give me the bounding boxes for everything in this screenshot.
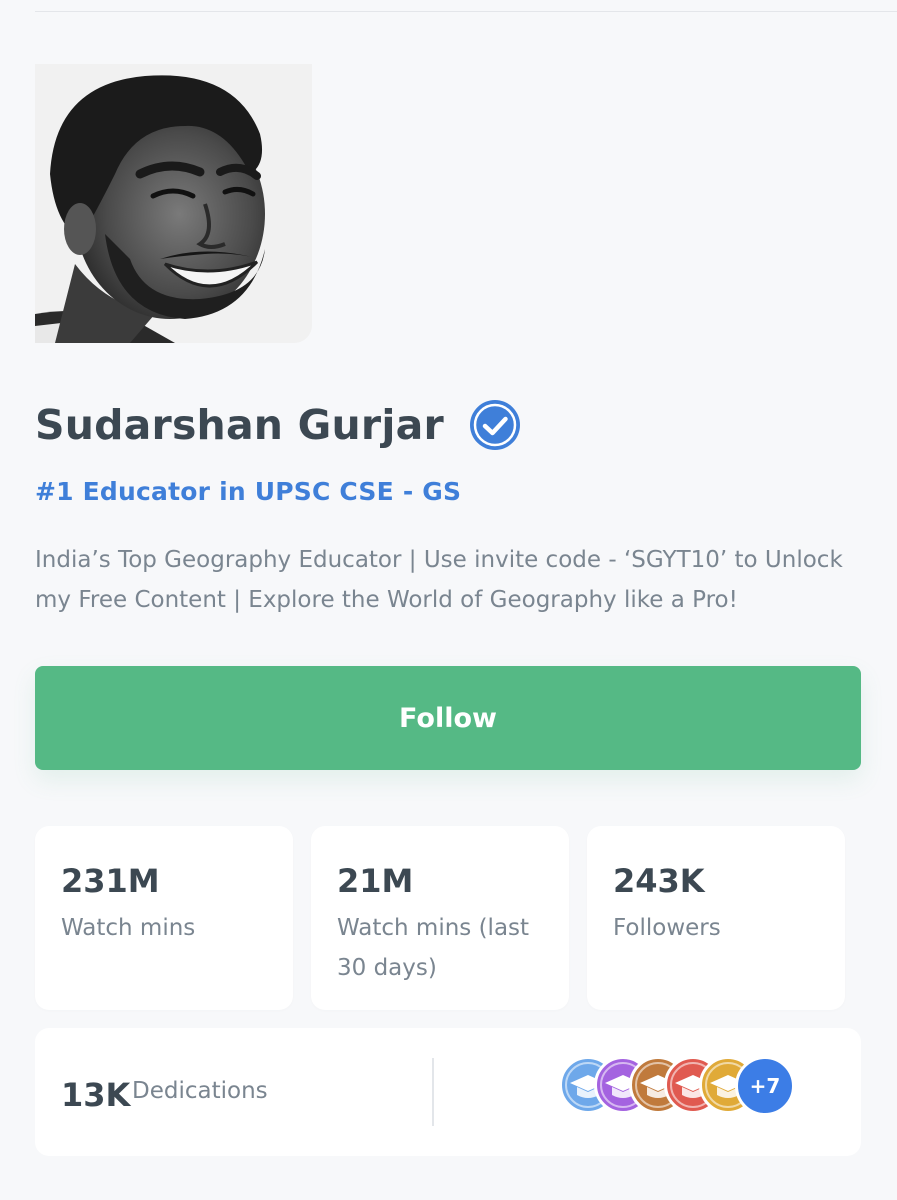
profile-bio: India’s Top Geography Educator | Use inv… xyxy=(35,547,843,613)
profile-name: Sudarshan Gurjar xyxy=(35,401,444,449)
stat-card-followers: 243K Followers xyxy=(587,826,845,1010)
dedications-card[interactable]: 13K Dedications +7 xyxy=(35,1028,861,1156)
top-divider xyxy=(35,11,897,12)
dedications-label: Dedications xyxy=(132,1078,268,1104)
follow-button[interactable]: Follow xyxy=(35,666,861,770)
profile-avatar xyxy=(35,64,312,343)
stat-label: Watch mins (last 30 days) xyxy=(337,915,530,981)
profile-headline: #1 Educator in UPSC CSE - GS xyxy=(35,477,462,506)
stat-card-watch-mins: 231M Watch mins xyxy=(35,826,293,1010)
stat-label: Watch mins xyxy=(61,915,196,941)
verified-check-icon xyxy=(468,398,522,452)
stat-value: 231M xyxy=(61,862,160,900)
more-badges-count: +7 xyxy=(735,1056,795,1116)
stat-label: Followers xyxy=(613,915,721,941)
name-row: Sudarshan Gurjar xyxy=(35,398,522,452)
stat-card-watch-mins-30-days: 21M Watch mins (last 30 days) xyxy=(311,826,569,1010)
dedications-count: 13K xyxy=(61,1076,131,1114)
dedications-divider xyxy=(432,1058,434,1126)
stat-value: 243K xyxy=(613,862,705,900)
stat-value: 21M xyxy=(337,862,414,900)
